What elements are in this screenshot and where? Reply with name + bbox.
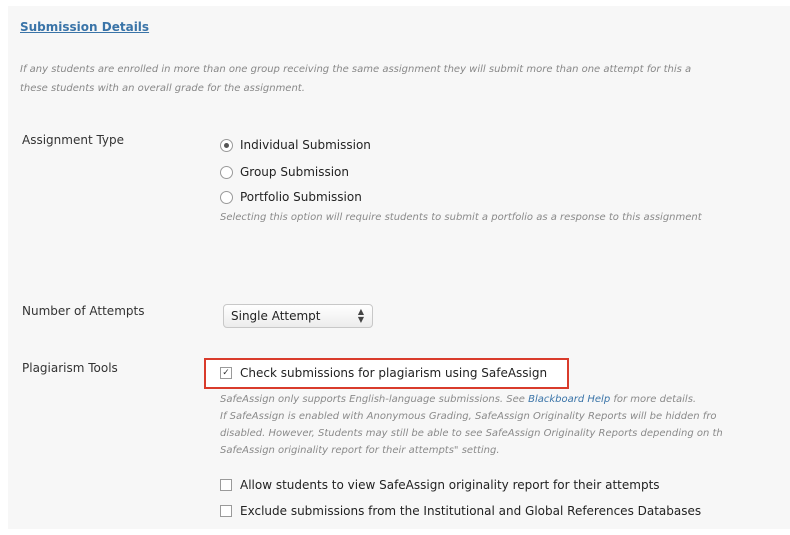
checkbox[interactable] [220,505,232,517]
submission-details-panel: Submission Details If any students are e… [8,6,790,529]
assignment-type-label: Assignment Type [22,133,125,147]
attempts-select[interactable]: Single Attempt ▲ ▼ [223,304,373,328]
intro-line-2: these students with an overall grade for… [20,83,305,94]
number-of-attempts-label: Number of Attempts [22,304,145,318]
intro-note: If any students are enrolled in more tha… [20,60,790,98]
note-suffix: for more details. [610,394,697,405]
safeassign-note-line-3: disabled. However, Students may still be… [220,428,723,439]
radio-button[interactable] [220,190,233,204]
safeassign-checkbox-label: Check submissions for plagiarism using S… [240,366,548,380]
safeassign-notes: SafeAssign only supports English-languag… [220,391,723,459]
exclude-submissions-label: Exclude submissions from the Institution… [240,504,702,518]
checkbox-checked[interactable]: ✓ [220,367,232,379]
radio-button[interactable] [220,165,233,179]
safeassign-note-line-2: If SafeAssign is enabled with Anonymous … [220,411,717,422]
section-title-submission-details[interactable]: Submission Details [20,20,149,34]
safeassign-note-line-1: SafeAssign only supports English-languag… [220,391,723,408]
blackboard-help-link[interactable]: Blackboard Help [528,394,610,405]
radio-label-group: Group Submission [240,165,349,179]
select-arrows-icon: ▲ ▼ [357,307,364,324]
plagiarism-tools-label: Plagiarism Tools [22,361,118,375]
allow-view-report-option[interactable]: Allow students to view SafeAssign origin… [220,476,660,494]
safeassign-checkbox-option[interactable]: ✓ Check submissions for plagiarism using… [220,364,547,382]
exclude-submissions-option[interactable]: Exclude submissions from the Institution… [220,502,701,520]
checkbox[interactable] [220,479,232,491]
radio-portfolio-submission[interactable]: Portfolio Submission [220,188,362,206]
allow-view-report-label: Allow students to view SafeAssign origin… [240,478,660,492]
intro-line-1: If any students are enrolled in more tha… [20,64,692,75]
radio-button-selected[interactable] [220,138,233,152]
attempts-select-value: Single Attempt [231,309,321,323]
radio-label-portfolio: Portfolio Submission [240,190,362,204]
safeassign-note-line-4: SafeAssign originality report for their … [220,445,500,456]
radio-group-submission[interactable]: Group Submission [220,163,349,181]
radio-individual-submission[interactable]: Individual Submission [220,136,371,154]
radio-label-individual: Individual Submission [240,138,371,152]
portfolio-hint: Selecting this option will require stude… [220,212,702,223]
note-prefix: SafeAssign only supports English-languag… [220,394,529,405]
